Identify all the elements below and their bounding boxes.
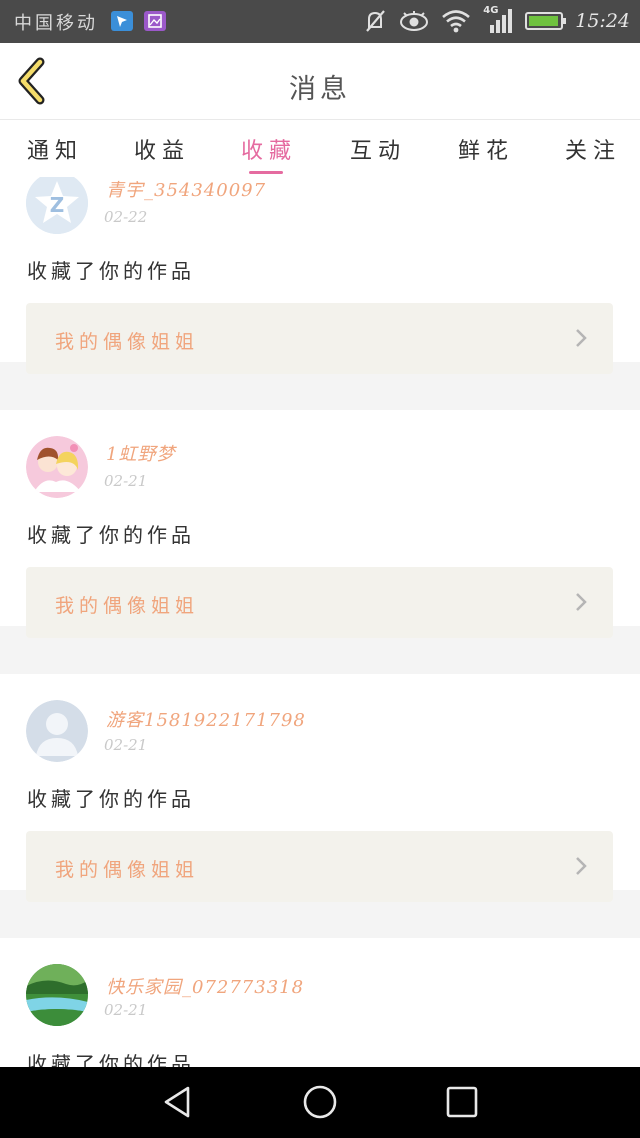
- work-title: 我的偶像姐姐: [55, 331, 200, 353]
- wifi-icon: [442, 10, 471, 33]
- app-notification-icon: [111, 11, 133, 31]
- action-text: 收藏了你的作品: [27, 259, 195, 283]
- navigation-bar: [0, 1067, 640, 1138]
- page-title: 消息: [289, 74, 351, 105]
- username[interactable]: 1虹野梦: [106, 440, 175, 466]
- list-item: Z 青宇_354340097 02-22 收藏了你的作品 我的偶像姐姐: [0, 177, 640, 374]
- chevron-right-icon: [576, 593, 587, 611]
- work-link[interactable]: 我的偶像姐姐: [26, 303, 613, 374]
- list-item: 游客1581922171798 02-21 收藏了你的作品 我的偶像姐姐: [0, 674, 640, 902]
- username[interactable]: 青宇_354340097: [106, 177, 266, 202]
- signal-icon: 4G: [483, 5, 513, 34]
- work-title: 我的偶像姐姐: [55, 859, 200, 881]
- home-circle-icon[interactable]: [302, 1084, 338, 1120]
- chevron-right-icon: [576, 329, 587, 347]
- carrier-name: 中国移动: [14, 13, 98, 34]
- avatar[interactable]: [26, 700, 88, 762]
- mute-icon: [366, 10, 386, 32]
- tab-interactions[interactable]: 互动: [350, 133, 406, 165]
- tab-bar: 通知 收益 收藏 互动 鲜花 关注: [0, 121, 640, 177]
- recents-square-icon[interactable]: [444, 1084, 480, 1120]
- date: 02-21: [104, 736, 148, 754]
- gallery-notification-icon: [144, 11, 166, 31]
- date: 02-21: [104, 1001, 148, 1019]
- clock: 15:24: [575, 10, 630, 32]
- date: 02-22: [104, 208, 148, 226]
- battery-level: [529, 16, 558, 26]
- back-triangle-icon[interactable]: [160, 1084, 196, 1120]
- chevron-right-icon: [576, 857, 587, 875]
- eye-icon: [400, 11, 429, 31]
- work-link[interactable]: 我的偶像姐姐: [26, 567, 613, 638]
- username[interactable]: 快乐家园_072773318: [106, 973, 304, 999]
- work-title: 我的偶像姐姐: [55, 595, 200, 617]
- action-text: 收藏了你的作品: [27, 787, 195, 811]
- list-item: 快乐家园_072773318 02-21 收藏了你的作品: [0, 938, 640, 1067]
- svg-text:Z: Z: [50, 193, 65, 217]
- active-tab-indicator: [249, 171, 283, 174]
- status-bar: 中国移动 4G 15:24: [0, 0, 640, 43]
- avatar[interactable]: Z: [26, 177, 88, 234]
- date: 02-21: [104, 472, 148, 490]
- tab-follows[interactable]: 关注: [565, 133, 621, 165]
- work-link[interactable]: 我的偶像姐姐: [26, 831, 613, 902]
- list-item: 1虹野梦 02-21 收藏了你的作品 我的偶像姐姐: [0, 410, 640, 638]
- tab-earnings[interactable]: 收益: [134, 133, 190, 165]
- tab-favorites[interactable]: 收藏: [241, 133, 297, 165]
- avatar[interactable]: [26, 964, 88, 1026]
- tab-flowers[interactable]: 鲜花: [458, 133, 514, 165]
- battery-icon: [525, 12, 567, 30]
- favorites-feed[interactable]: Z 青宇_354340097 02-22 收藏了你的作品 我的偶像姐姐 1虹野梦…: [0, 177, 640, 1067]
- action-text: 收藏了你的作品: [27, 1052, 195, 1067]
- status-icons: 4G 15:24: [363, 5, 630, 36]
- avatar[interactable]: [26, 436, 88, 498]
- tab-notifications[interactable]: 通知: [27, 133, 83, 165]
- app-header: 消息: [0, 43, 640, 120]
- action-text: 收藏了你的作品: [27, 523, 195, 547]
- username[interactable]: 游客1581922171798: [106, 706, 306, 732]
